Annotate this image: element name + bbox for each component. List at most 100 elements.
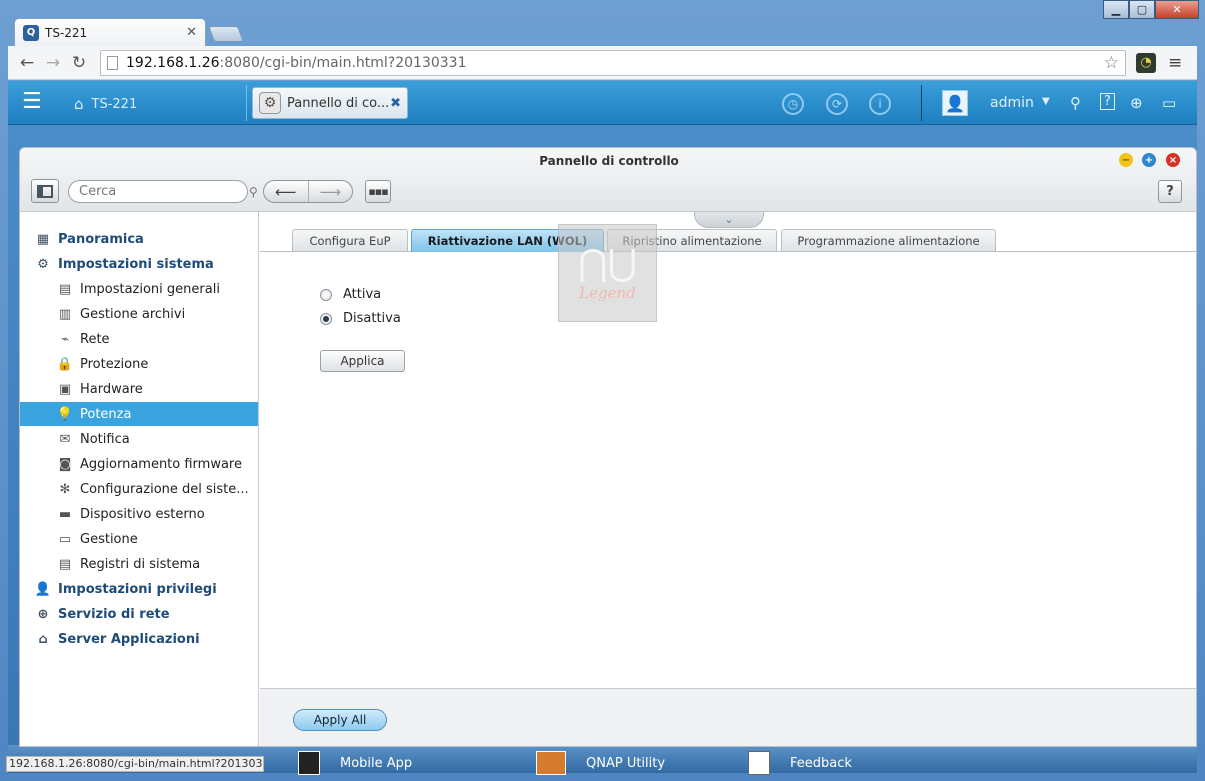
sidebar-item-system-logs[interactable]: ▤ Registri di sistema <box>20 552 258 576</box>
back-arrow-icon[interactable]: ⟵ <box>264 181 308 202</box>
qnap-utility-icon <box>536 751 566 775</box>
control-panel-window: Pannello di controllo − + × ⚲ ⟵ ⟶ ▪▪▪ ? … <box>19 147 1197 747</box>
home-link[interactable]: ⌂ TS-221 <box>74 95 137 113</box>
tab-eup[interactable]: Configura EuP <box>292 229 408 251</box>
firmware-icon: ◙ <box>58 456 72 472</box>
background-tasks-icon[interactable]: ◷ <box>782 93 804 115</box>
search-box[interactable]: ⚲ <box>68 180 258 203</box>
tab-bar: Configura EuP Riattivazione LAN (WOL) Ri… <box>260 229 1196 252</box>
maximize-window-icon[interactable]: + <box>1142 153 1156 167</box>
search-input[interactable] <box>79 184 249 199</box>
browser-menu-icon[interactable]: ≡ <box>1168 53 1182 73</box>
sidebar-item-label: Panoramica <box>58 231 144 247</box>
bulb-icon: 💡 <box>56 406 74 422</box>
forward-icon[interactable]: → <box>40 53 66 73</box>
close-window-icon[interactable]: ✕ <box>1155 0 1199 19</box>
main-content: ⌄ Configura EuP Riattivazione LAN (WOL) … <box>260 212 1196 746</box>
sidebar-item-power[interactable]: 💡 Potenza <box>20 402 258 426</box>
dock-qnap-utility[interactable]: QNAP Utility <box>536 751 665 775</box>
minimize-icon[interactable]: ▁ <box>1103 0 1129 19</box>
desktop-icon[interactable]: ▭ <box>1162 94 1176 112</box>
info-icon[interactable]: i <box>869 93 891 115</box>
language-globe-icon[interactable]: ⊕ <box>1130 94 1143 112</box>
radio-label: Disattiva <box>343 311 401 326</box>
bookmark-star-icon[interactable]: ☆ <box>1104 53 1119 73</box>
apply-all-button[interactable]: Apply All <box>293 709 387 731</box>
sidebar-item-management[interactable]: ▭ Gestione <box>20 527 258 551</box>
sidebar-item-system-settings[interactable]: ⚙ Impostazioni sistema <box>20 252 258 276</box>
sidebar-item-firmware[interactable]: ◙ Aggiornamento firmware <box>20 452 258 476</box>
sidebar-item-system-config[interactable]: ✻ Configurazione del siste... <box>20 477 258 501</box>
sidebar-item-label: Impostazioni privilegi <box>58 581 217 597</box>
sidebar-item-overview[interactable]: ▦ Panoramica <box>20 227 258 251</box>
minimize-window-icon[interactable]: − <box>1119 153 1133 167</box>
tab-power-schedule[interactable]: Programmazione alimentazione <box>781 229 996 251</box>
user-name[interactable]: admin <box>990 95 1034 111</box>
watermark: ⋂⋃ Legend <box>558 224 657 322</box>
dock-label: Feedback <box>790 755 852 771</box>
divider <box>921 85 922 121</box>
sidebar-item-hardware[interactable]: ▣ Hardware <box>20 377 258 401</box>
maximize-icon[interactable]: ▢ <box>1129 0 1155 19</box>
chevron-down-icon[interactable]: ⌄ <box>694 212 764 228</box>
watermark-text: Legend <box>579 284 636 302</box>
watermark-logo-icon: ⋂⋃ <box>577 243 638 284</box>
radio-enable[interactable] <box>320 288 332 301</box>
sidebar-item-network[interactable]: ⌁ Rete <box>20 327 258 351</box>
sidebar-item-security[interactable]: 🔒 Protezione <box>20 352 258 376</box>
sidebar-item-privilege-settings[interactable]: 👤 Impostazioni privilegi <box>20 577 258 601</box>
settings-doc-icon: ▤ <box>58 281 72 297</box>
close-window-icon[interactable]: × <box>1166 153 1180 167</box>
user-avatar[interactable]: 👤 <box>942 90 968 116</box>
config-icon: ✻ <box>59 481 71 497</box>
new-tab-button[interactable] <box>208 26 244 42</box>
storage-icon: ▥ <box>58 306 72 322</box>
dock-feedback[interactable]: Feedback <box>748 751 852 775</box>
app-tab-control-panel[interactable]: ⚙ Pannello di co... ✖ <box>252 87 408 119</box>
external-device-icon: ▬ <box>58 506 72 522</box>
option-enable[interactable]: Attiva <box>320 287 381 302</box>
status-url-bar: 192.168.1.26:8080/cgi-bin/main.html?2013… <box>6 756 264 772</box>
radio-disable[interactable] <box>320 312 332 325</box>
dock-mobile-app[interactable]: Mobile App <box>298 751 412 775</box>
sidebar-item-notification[interactable]: ✉ Notifica <box>20 427 258 451</box>
sidebar-item-label: Hardware <box>80 381 143 397</box>
sidebar-item-network-services[interactable]: ⊕ Servizio di rete <box>20 602 258 626</box>
radio-label: Attiva <box>343 287 382 302</box>
sidebar-item-general-settings[interactable]: ▤ Impostazioni generali <box>20 277 258 301</box>
tab-strip: Q TS-221 ✕ ▁ ▢ ✕ <box>0 0 1205 46</box>
extension-icon[interactable]: ◔ <box>1136 52 1156 73</box>
dock-label: Mobile App <box>340 755 413 771</box>
sidebar-item-label: Gestione <box>80 531 138 547</box>
back-icon[interactable]: ← <box>14 53 40 73</box>
sidebar-icon <box>37 184 53 198</box>
window-title: Pannello di controllo <box>539 154 679 168</box>
grid-icon: ▦ <box>36 231 50 247</box>
dock-label: QNAP Utility <box>586 755 666 771</box>
gear-icon: ⚙ <box>37 256 49 272</box>
help-button[interactable]: ? <box>1158 180 1182 203</box>
main-menu-icon[interactable]: ☰ <box>22 91 44 114</box>
sidebar-item-external-device[interactable]: ▬ Dispositivo esterno <box>20 502 258 526</box>
sidebar-item-label: Server Applicazioni <box>58 631 200 647</box>
option-disable[interactable]: Disattiva <box>320 311 401 326</box>
help-icon[interactable]: ? <box>1100 93 1115 110</box>
address-bar[interactable]: 192.168.1.26 :8080/cgi-bin/main.html?201… <box>100 49 1126 76</box>
apply-button[interactable]: Applica <box>320 350 405 372</box>
sidebar-item-label: Aggiornamento firmware <box>80 456 242 472</box>
tab-close-icon[interactable]: ✕ <box>186 25 197 40</box>
search-icon[interactable]: ⚲ <box>1070 94 1081 112</box>
forward-arrow-icon[interactable]: ⟶ <box>307 181 353 202</box>
external-devices-icon[interactable]: ⟳ <box>826 93 848 115</box>
app-grid-button[interactable]: ▪▪▪ <box>365 180 391 203</box>
sidebar-item-storage[interactable]: ▥ Gestione archivi <box>20 302 258 326</box>
sidebar-toggle-button[interactable] <box>31 179 59 203</box>
sidebar-item-application-servers[interactable]: ⌂ Server Applicazioni <box>20 627 258 651</box>
qnap-favicon-icon: Q <box>23 24 39 41</box>
window-header: Pannello di controllo − + × ⚲ ⟵ ⟶ ▪▪▪ ? <box>20 148 1196 212</box>
app-tab-label: Pannello di co... <box>287 95 390 111</box>
chevron-down-icon[interactable]: ▼ <box>1042 96 1050 107</box>
reload-icon[interactable]: ↻ <box>66 53 92 73</box>
app-tab-close-icon[interactable]: ✖ <box>390 96 401 111</box>
browser-tab[interactable]: Q TS-221 ✕ <box>14 18 206 46</box>
